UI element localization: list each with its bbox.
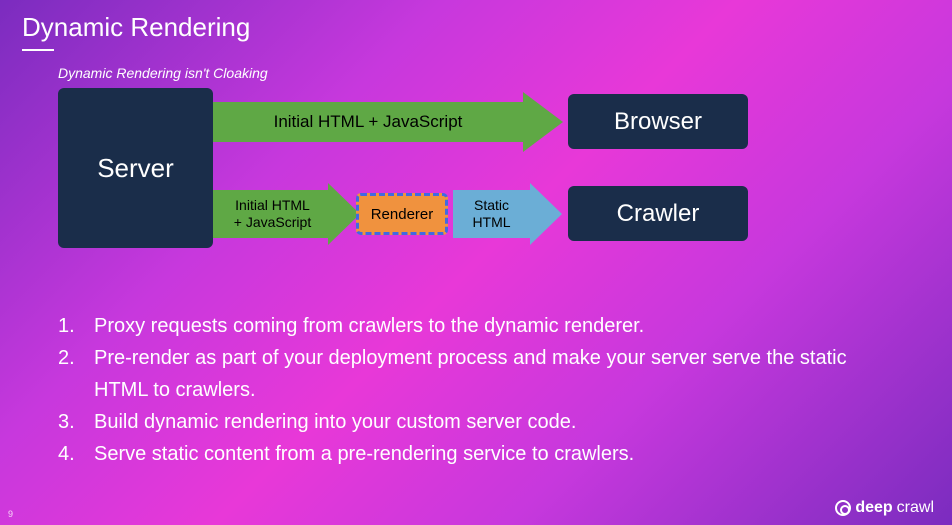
slide-subtitle: Dynamic Rendering isn't Cloaking (0, 51, 952, 81)
arrow-to-crawler-label: Static HTML (453, 190, 530, 238)
arrow-to-renderer-label: Initial HTML + JavaScript (213, 190, 328, 238)
slide-title: Dynamic Rendering (0, 0, 952, 49)
list-number: 1. (58, 310, 94, 342)
list-item: 2. Pre-render as part of your deployment… (58, 342, 878, 406)
arrow-mid-line1: Initial HTML (235, 197, 310, 214)
brand-bold: deep (855, 499, 892, 517)
arrow-to-renderer: Initial HTML + JavaScript (213, 190, 363, 238)
brand-thin: crawl (897, 499, 934, 517)
crawler-box: Crawler (568, 186, 748, 241)
list-text: Pre-render as part of your deployment pr… (94, 342, 878, 406)
list-item: 3. Build dynamic rendering into your cus… (58, 406, 878, 438)
arrow-to-crawler: Static HTML (453, 190, 568, 238)
arrow-to-browser-label: Initial HTML + JavaScript (213, 102, 523, 142)
list-number: 3. (58, 406, 94, 438)
renderer-box: Renderer (356, 193, 448, 235)
arrow-head-icon (523, 92, 563, 152)
arrow-static-line2: HTML (472, 214, 510, 231)
list-text: Build dynamic rendering into your custom… (94, 406, 576, 438)
list-number: 4. (58, 438, 94, 470)
list-text: Proxy requests coming from crawlers to t… (94, 310, 644, 342)
footer-brand: deep crawl (835, 499, 934, 517)
list-text: Serve static content from a pre-renderin… (94, 438, 634, 470)
browser-box: Browser (568, 94, 748, 149)
list-item: 4. Serve static content from a pre-rende… (58, 438, 878, 470)
arrow-to-browser: Initial HTML + JavaScript (213, 102, 563, 142)
arrow-static-line1: Static (474, 197, 509, 214)
arrow-mid-line2: + JavaScript (234, 214, 311, 231)
server-box: Server (58, 88, 213, 248)
diagram-area: Server Initial HTML + JavaScript Browser… (58, 88, 798, 258)
list-item: 1. Proxy requests coming from crawlers t… (58, 310, 878, 342)
page-number: 9 (8, 509, 13, 519)
steps-list: 1. Proxy requests coming from crawlers t… (58, 310, 878, 470)
arrow-head-icon (530, 183, 562, 245)
list-number: 2. (58, 342, 94, 406)
brand-logo-icon (835, 500, 851, 516)
